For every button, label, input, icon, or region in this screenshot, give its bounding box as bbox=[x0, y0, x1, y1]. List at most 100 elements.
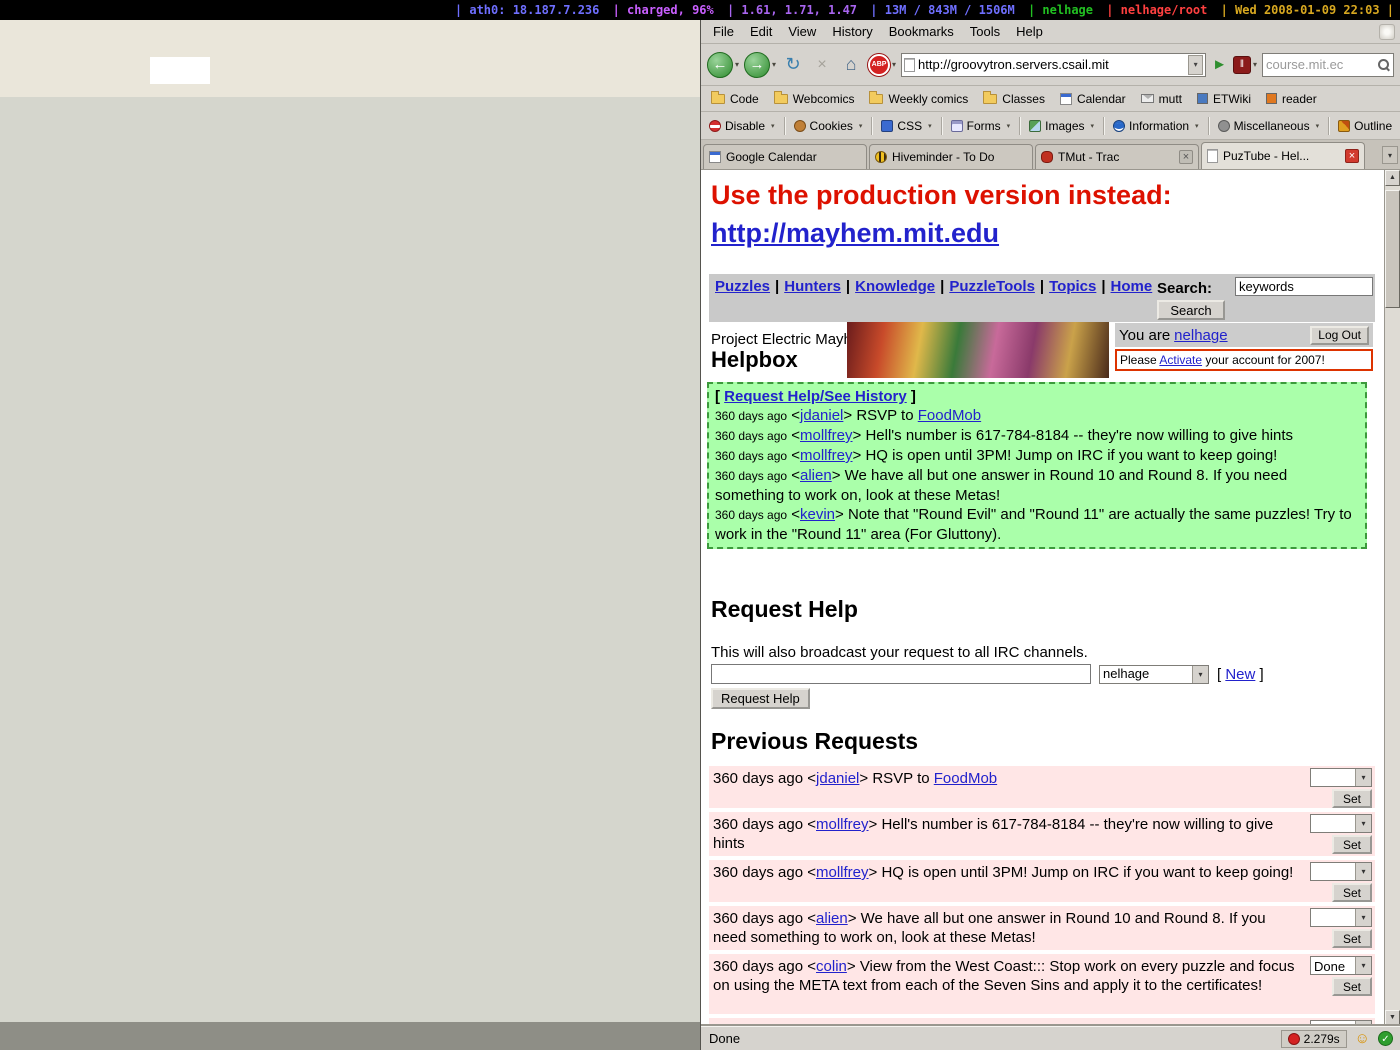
chevron-down-icon[interactable]: ▾ bbox=[1355, 957, 1371, 974]
menu-file[interactable]: File bbox=[705, 21, 742, 42]
webdev-information[interactable]: Information▾ bbox=[1113, 119, 1199, 133]
webdev-cookies[interactable]: Cookies▾ bbox=[794, 119, 863, 133]
webdev-disable[interactable]: Disable▾ bbox=[709, 119, 775, 133]
reload-button[interactable]: ↻ bbox=[781, 54, 805, 75]
entry-link[interactable]: FoodMob bbox=[934, 770, 997, 787]
user-link[interactable]: colin bbox=[816, 958, 847, 975]
webdev-miscellaneous[interactable]: Miscellaneous▾ bbox=[1218, 119, 1320, 133]
entry-link[interactable]: FoodMob bbox=[918, 407, 981, 424]
scroll-down-button[interactable]: ▼ bbox=[1385, 1010, 1400, 1026]
go-button[interactable]: ► bbox=[1211, 56, 1228, 73]
close-icon[interactable]: × bbox=[1345, 149, 1359, 163]
adblock-status-icon[interactable] bbox=[1288, 1033, 1300, 1045]
smiley-icon[interactable]: ☺ bbox=[1355, 1030, 1370, 1047]
browser-search-box[interactable]: course.mit.ec bbox=[1262, 53, 1394, 77]
nav-link-puzzletools[interactable]: PuzzleTools bbox=[949, 278, 1035, 295]
webdev-forms[interactable]: Forms▾ bbox=[951, 119, 1011, 133]
tab-google-calendar[interactable]: Google Calendar bbox=[703, 144, 867, 169]
request-help-input[interactable] bbox=[711, 664, 1091, 684]
set-button[interactable]: Set bbox=[1332, 929, 1372, 948]
back-button[interactable]: ← ▾ bbox=[707, 52, 739, 78]
search-button[interactable]: Search bbox=[1157, 300, 1225, 320]
magnifier-icon[interactable] bbox=[1377, 58, 1390, 71]
back-history-dropdown-icon[interactable]: ▾ bbox=[735, 60, 739, 69]
activate-link[interactable]: Activate bbox=[1159, 353, 1202, 367]
chevron-down-icon[interactable]: ▾ bbox=[1355, 863, 1371, 880]
chevron-down-icon[interactable]: ▾ bbox=[1192, 666, 1208, 683]
chevron-down-icon[interactable]: ▾ bbox=[1355, 769, 1371, 786]
tab-hiveminder[interactable]: Hiveminder - To Do bbox=[869, 144, 1033, 169]
user-link[interactable]: alien bbox=[800, 467, 832, 484]
logout-button[interactable]: Log Out bbox=[1310, 326, 1369, 345]
menu-view[interactable]: View bbox=[780, 21, 824, 42]
forward-button[interactable]: → ▾ bbox=[744, 52, 776, 78]
user-link[interactable]: mollfrey bbox=[816, 864, 869, 881]
tab-list-dropdown[interactable]: ▾ bbox=[1382, 146, 1398, 164]
bookmark-calendar[interactable]: Calendar bbox=[1060, 92, 1126, 106]
new-user-link[interactable]: New bbox=[1225, 666, 1255, 683]
menu-history[interactable]: History bbox=[824, 21, 880, 42]
set-button[interactable]: Set bbox=[1332, 977, 1372, 996]
bookmark-classes[interactable]: Classes bbox=[983, 92, 1045, 106]
url-text[interactable]: http://groovytron.servers.csail.mit bbox=[918, 57, 1185, 72]
user-link[interactable]: mollfrey bbox=[816, 816, 869, 833]
request-help-button[interactable]: Request Help bbox=[711, 688, 810, 709]
webdev-images[interactable]: Images▾ bbox=[1029, 119, 1094, 133]
user-link[interactable]: jdaniel bbox=[816, 770, 859, 787]
set-button[interactable]: Set bbox=[1332, 883, 1372, 902]
bookmark-reader[interactable]: reader bbox=[1266, 92, 1317, 106]
menu-bookmarks[interactable]: Bookmarks bbox=[881, 21, 962, 42]
bookmark-weekly-comics[interactable]: Weekly comics bbox=[869, 92, 968, 106]
chevron-down-icon[interactable]: ▾ bbox=[1355, 815, 1371, 832]
scroll-up-button[interactable]: ▲ bbox=[1385, 170, 1400, 186]
status-select[interactable]: ▾ bbox=[1310, 862, 1372, 881]
user-link[interactable]: jdaniel bbox=[800, 407, 843, 424]
browser-search-text[interactable]: course.mit.ec bbox=[1266, 57, 1377, 72]
status-select[interactable]: ▾ bbox=[1310, 814, 1372, 833]
user-link[interactable]: kevin bbox=[800, 506, 835, 523]
stop-button[interactable]: × bbox=[810, 56, 834, 74]
bookmark-code[interactable]: Code bbox=[711, 92, 759, 106]
nav-link-puzzles[interactable]: Puzzles bbox=[715, 278, 770, 295]
request-history-link[interactable]: Request Help/See History bbox=[724, 388, 907, 405]
nav-link-hunters[interactable]: Hunters bbox=[784, 278, 841, 295]
forward-history-dropdown-icon[interactable]: ▾ bbox=[772, 60, 776, 69]
set-button[interactable]: Set bbox=[1332, 835, 1372, 854]
search-input[interactable] bbox=[1235, 277, 1373, 296]
vertical-scrollbar[interactable]: ▲ ▼ bbox=[1384, 170, 1400, 1026]
adblock-button[interactable]: ABP ▾ bbox=[868, 54, 896, 76]
search-engine-dropdown-icon[interactable]: ▾ bbox=[1253, 60, 1257, 69]
username-link[interactable]: nelhage bbox=[1174, 327, 1227, 344]
chevron-down-icon[interactable]: ▾ bbox=[1355, 909, 1371, 926]
webdev-outline[interactable]: Outline bbox=[1338, 119, 1392, 133]
request-user-select[interactable]: nelhage ▾ bbox=[1099, 665, 1209, 684]
user-link[interactable]: alien bbox=[816, 910, 848, 927]
user-link[interactable]: mollfrey bbox=[800, 447, 853, 464]
bookmark-mutt[interactable]: mutt bbox=[1141, 92, 1182, 106]
nav-link-topics[interactable]: Topics bbox=[1049, 278, 1096, 295]
menu-help[interactable]: Help bbox=[1008, 21, 1051, 42]
tab-tmut-trac[interactable]: TMut - Trac × bbox=[1035, 144, 1199, 169]
check-icon[interactable]: ✓ bbox=[1378, 1031, 1393, 1046]
nav-link-home[interactable]: Home bbox=[1111, 278, 1153, 295]
user-link[interactable]: mollfrey bbox=[800, 427, 853, 444]
tab-puztube-active[interactable]: PuzTube - Hel... × bbox=[1201, 142, 1365, 169]
adblock-dropdown-icon[interactable]: ▾ bbox=[892, 60, 896, 69]
webdev-css[interactable]: CSS▾ bbox=[881, 119, 931, 133]
url-bar[interactable]: http://groovytron.servers.csail.mit ▾ bbox=[901, 53, 1206, 77]
menu-edit[interactable]: Edit bbox=[742, 21, 780, 42]
set-button[interactable]: Set bbox=[1332, 789, 1372, 808]
bookmark-webcomics[interactable]: Webcomics bbox=[774, 92, 855, 106]
menu-tools[interactable]: Tools bbox=[962, 21, 1008, 42]
close-icon[interactable]: × bbox=[1179, 150, 1193, 164]
home-button[interactable]: ⌂ bbox=[839, 54, 863, 75]
bookmark-etwiki[interactable]: ETWiki bbox=[1197, 92, 1251, 106]
search-engine-button[interactable]: ‖ ▾ bbox=[1233, 56, 1257, 74]
production-site-link[interactable]: http://mayhem.mit.edu bbox=[711, 218, 999, 249]
status-select[interactable]: Done▾ bbox=[1310, 956, 1372, 975]
scrollbar-thumb[interactable] bbox=[1385, 190, 1400, 308]
nav-link-knowledge[interactable]: Knowledge bbox=[855, 278, 935, 295]
status-select[interactable]: ▾ bbox=[1310, 768, 1372, 787]
status-select[interactable]: ▾ bbox=[1310, 908, 1372, 927]
url-dropdown-icon[interactable]: ▾ bbox=[1188, 55, 1203, 75]
